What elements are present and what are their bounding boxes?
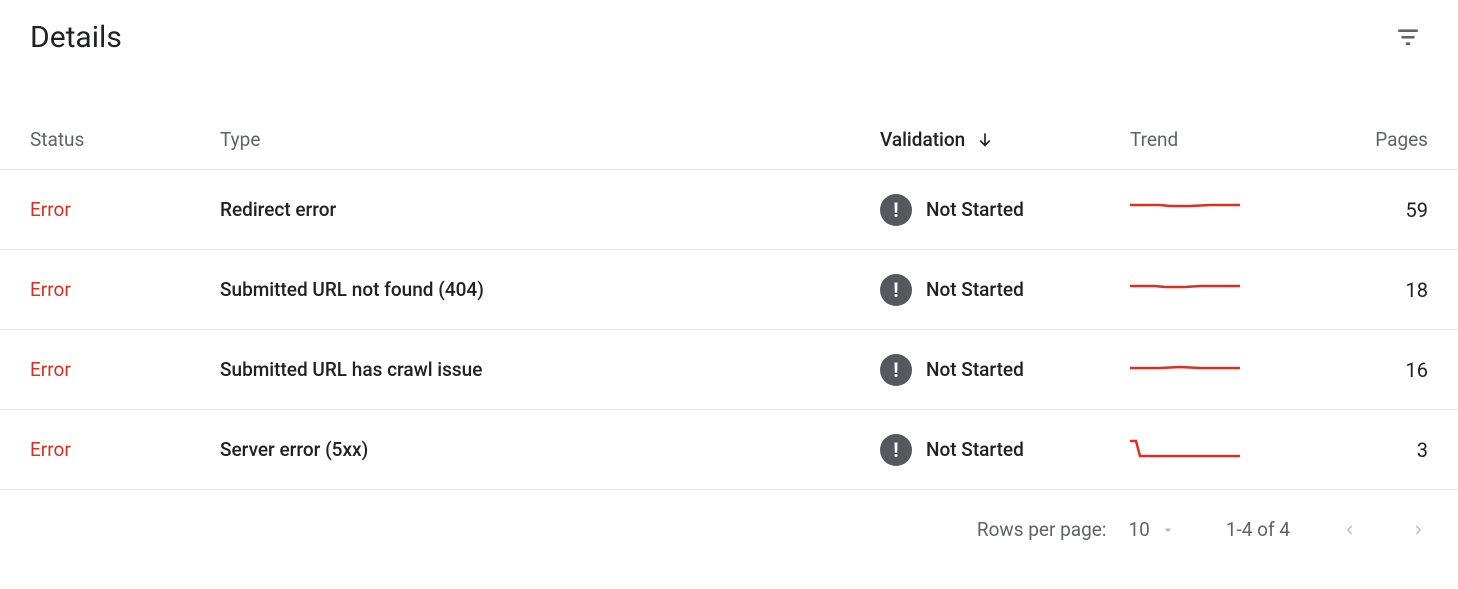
col-trend-label: Trend — [1130, 128, 1178, 151]
table-pager: Rows per page: 10 1-4 of 4 — [0, 490, 1458, 541]
rows-per-page-value: 10 — [1128, 518, 1149, 541]
next-page-button[interactable] — [1410, 521, 1428, 539]
not-started-badge-icon: ! — [880, 354, 912, 386]
details-panel: Details Status Type Validation — [0, 0, 1458, 541]
issues-table: Status Type Validation Trend Pages Error… — [0, 110, 1458, 490]
col-pages-label: Pages — [1375, 128, 1428, 151]
table-row[interactable]: Error Redirect error ! Not Started 59 — [0, 170, 1458, 250]
rows-per-page-select[interactable]: 10 — [1128, 518, 1175, 541]
col-validation-label: Validation — [880, 128, 965, 151]
cell-trend — [1130, 438, 1350, 462]
sparkline-icon — [1130, 198, 1240, 222]
cell-pages: 59 — [1406, 198, 1428, 222]
chevron-right-icon — [1410, 521, 1428, 539]
cell-trend — [1130, 358, 1350, 382]
col-validation[interactable]: Validation — [880, 128, 1130, 151]
col-status[interactable]: Status — [30, 128, 220, 151]
table-row[interactable]: Error Submitted URL has crawl issue ! No… — [0, 330, 1458, 410]
cell-validation: ! Not Started — [880, 434, 1130, 466]
table-row[interactable]: Error Server error (5xx) ! Not Started 3 — [0, 410, 1458, 490]
rows-per-page-label: Rows per page: — [977, 518, 1107, 541]
cell-status: Error — [30, 198, 220, 221]
panel-title: Details — [30, 20, 122, 55]
sparkline-icon — [1130, 278, 1240, 302]
sparkline-icon — [1130, 358, 1240, 382]
cell-status: Error — [30, 438, 220, 461]
filter-button[interactable] — [1388, 17, 1428, 57]
cell-type: Submitted URL has crawl issue — [220, 358, 880, 381]
cell-pages: 16 — [1406, 358, 1428, 382]
not-started-badge-icon: ! — [880, 194, 912, 226]
cell-validation: ! Not Started — [880, 274, 1130, 306]
validation-text: Not Started — [926, 198, 1024, 221]
not-started-badge-icon: ! — [880, 274, 912, 306]
col-type[interactable]: Type — [220, 128, 880, 151]
rows-per-page: Rows per page: 10 — [977, 518, 1176, 541]
page-range-label: 1-4 of 4 — [1226, 518, 1290, 541]
validation-text: Not Started — [926, 438, 1024, 461]
cell-trend — [1130, 278, 1350, 302]
col-type-label: Type — [220, 128, 260, 151]
cell-status: Error — [30, 278, 220, 301]
cell-type: Submitted URL not found (404) — [220, 278, 880, 301]
col-trend[interactable]: Trend — [1130, 128, 1350, 151]
filter-icon — [1395, 24, 1421, 50]
sort-arrow-down-icon — [975, 130, 995, 150]
cell-validation: ! Not Started — [880, 354, 1130, 386]
col-pages[interactable]: Pages — [1375, 128, 1428, 151]
chevron-left-icon — [1340, 521, 1358, 539]
table-row[interactable]: Error Submitted URL not found (404) ! No… — [0, 250, 1458, 330]
sparkline-icon — [1130, 438, 1240, 462]
panel-header: Details — [0, 14, 1458, 60]
prev-page-button[interactable] — [1340, 521, 1358, 539]
cell-type: Server error (5xx) — [220, 438, 880, 461]
cell-status: Error — [30, 358, 220, 381]
cell-trend — [1130, 198, 1350, 222]
col-status-label: Status — [30, 128, 84, 151]
cell-validation: ! Not Started — [880, 194, 1130, 226]
not-started-badge-icon: ! — [880, 434, 912, 466]
dropdown-arrow-icon — [1160, 522, 1176, 538]
cell-pages: 18 — [1406, 278, 1428, 302]
validation-text: Not Started — [926, 278, 1024, 301]
table-header: Status Type Validation Trend Pages — [0, 110, 1458, 170]
validation-text: Not Started — [926, 358, 1024, 381]
cell-pages: 3 — [1417, 438, 1428, 462]
pager-nav — [1340, 521, 1428, 539]
cell-type: Redirect error — [220, 198, 880, 221]
